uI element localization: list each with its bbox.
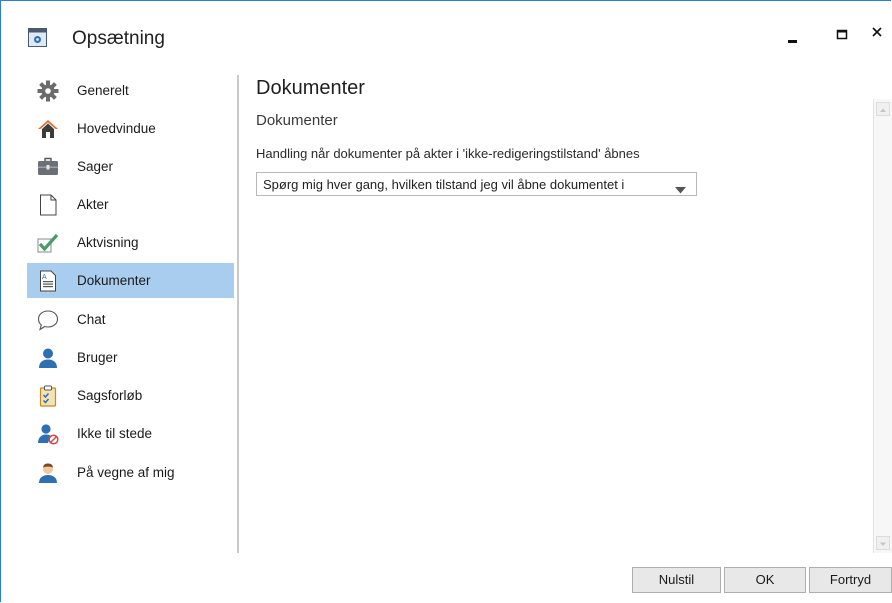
settings-window: Opsætning Generelt Hovedvindue Sager Akt…: [0, 0, 892, 602]
sidebar-item-chat[interactable]: Chat: [27, 302, 234, 337]
sidebar-item-hovedvindue[interactable]: Hovedvindue: [27, 111, 234, 146]
maximize-button[interactable]: [825, 21, 859, 51]
minimize-button[interactable]: [776, 21, 810, 51]
text-document-icon: A: [37, 270, 59, 292]
sidebar-item-paa-vegne-af-mig[interactable]: På vegne af mig: [27, 455, 234, 490]
close-icon: [872, 27, 882, 37]
sidebar-item-sager[interactable]: Sager: [27, 149, 234, 184]
vertical-scrollbar[interactable]: [873, 99, 892, 553]
section-title: Dokumenter: [256, 112, 338, 129]
sidebar-item-label: Dokumenter: [77, 273, 151, 288]
sidebar-item-dokumenter[interactable]: A Dokumenter: [27, 263, 234, 298]
window-title: Opsætning: [72, 28, 165, 49]
close-button[interactable]: [862, 21, 892, 51]
scroll-down-icon[interactable]: [876, 536, 890, 550]
ok-button[interactable]: OK: [724, 567, 806, 593]
sidebar-item-aktvisning[interactable]: Aktvisning: [27, 225, 234, 260]
delegate-user-icon: [37, 462, 59, 484]
svg-text:A: A: [42, 274, 47, 281]
user-icon: [37, 347, 59, 369]
page-title: Dokumenter: [256, 77, 365, 99]
clipboard-check-icon: [37, 385, 59, 407]
sidebar-item-label: Chat: [77, 312, 106, 327]
dropdown-selected-value: Spørg mig hver gang, hvilken tilstand je…: [263, 177, 625, 192]
sidebar-item-akter[interactable]: Akter: [27, 187, 234, 222]
maximize-icon: [836, 29, 848, 40]
sidebar-item-label: På vegne af mig: [77, 465, 175, 480]
chevron-down-icon: [675, 181, 686, 199]
sidebar-item-label: Sager: [77, 159, 114, 174]
sidebar-item-bruger[interactable]: Bruger: [27, 340, 234, 375]
sidebar-item-label: Akter: [77, 197, 109, 212]
gear-icon: [37, 80, 59, 102]
sidebar-item-label: Aktvisning: [77, 235, 139, 250]
document-icon: [37, 194, 59, 216]
sidebar-item-label: Hovedvindue: [77, 121, 156, 136]
document-open-action-label: Handling når dokumenter på akter i 'ikke…: [256, 146, 640, 161]
checkmark-icon: [37, 232, 59, 254]
home-icon: [37, 118, 59, 140]
sidebar-item-label: Bruger: [77, 350, 118, 365]
sidebar-item-label: Ikke til stede: [77, 426, 153, 441]
scroll-up-icon[interactable]: [876, 102, 890, 116]
reset-button[interactable]: Nulstil: [632, 567, 721, 593]
chat-bubble-icon: [37, 309, 59, 331]
briefcase-icon: [37, 156, 59, 178]
sidebar-item-generelt[interactable]: Generelt: [27, 73, 234, 108]
sidebar-item-label: Generelt: [77, 83, 129, 98]
sidebar-item-ikke-til-stede[interactable]: Ikke til stede: [27, 416, 234, 451]
title-bar: Opsætning: [1, 1, 892, 61]
cancel-button[interactable]: Fortryd: [809, 567, 892, 593]
document-open-action-dropdown[interactable]: Spørg mig hver gang, hvilken tilstand je…: [256, 172, 697, 196]
sidebar-item-sagsforloeb[interactable]: Sagsforløb: [27, 378, 234, 413]
minimize-icon: [788, 40, 797, 43]
sidebar-item-label: Sagsforløb: [77, 388, 143, 403]
sidebar-divider: [237, 75, 239, 553]
settings-app-icon: [28, 28, 47, 47]
user-absent-icon: [37, 423, 59, 445]
